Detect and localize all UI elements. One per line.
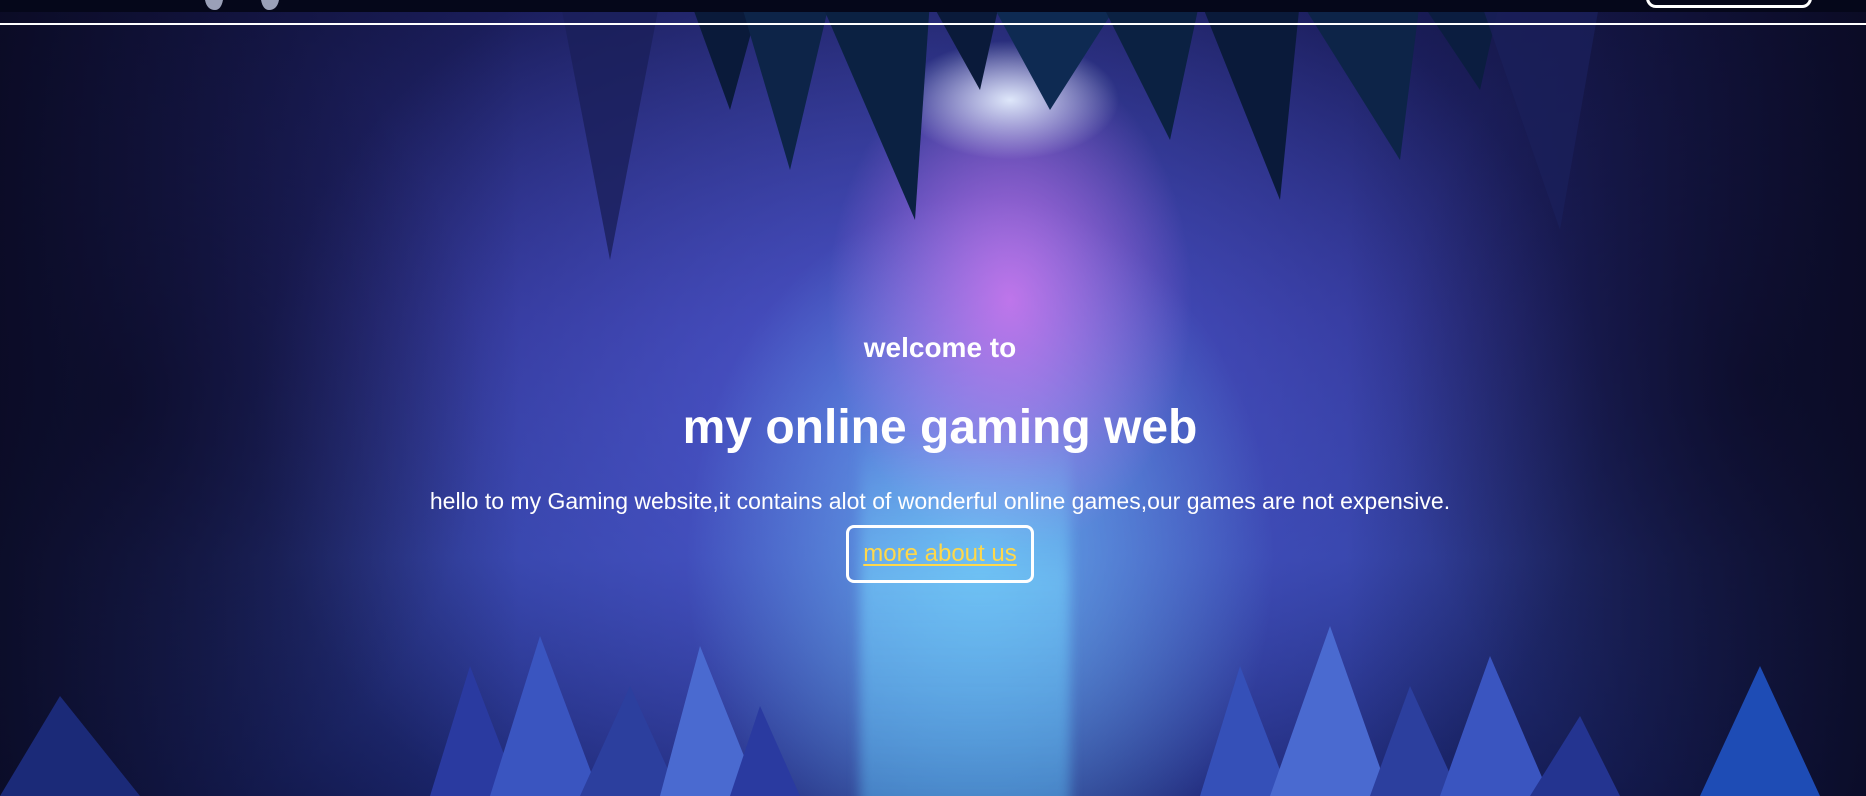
hero-intro-text: hello to my Gaming website,it contains a… [429, 488, 1451, 514]
hero-background-cave [0, 0, 1866, 796]
hero-title: my online gaming web [682, 401, 1198, 454]
more-about-us-button[interactable]: more about us [846, 525, 1034, 583]
top-navbar [0, 0, 1866, 12]
gamepad-logo-icon[interactable] [203, 0, 281, 12]
nav-action-button[interactable] [1646, 0, 1812, 8]
header-divider [0, 23, 1866, 25]
crystal-formations [0, 626, 1820, 796]
stalactites [560, 0, 1600, 260]
hero-welcome-text: welcome to [863, 332, 1017, 363]
more-about-us-label: more about us [863, 540, 1017, 567]
